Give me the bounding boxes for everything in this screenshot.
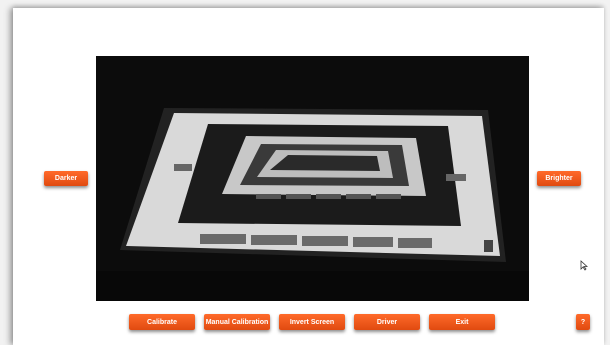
invert-screen-button[interactable]: Invert Screen bbox=[279, 314, 345, 330]
manual-calibration-button[interactable]: Manual Calibration bbox=[204, 314, 270, 330]
camera-image bbox=[96, 56, 529, 301]
driver-button[interactable]: Driver bbox=[354, 314, 420, 330]
mouse-pointer-icon bbox=[580, 260, 589, 273]
calibrate-button[interactable]: Calibrate bbox=[129, 314, 195, 330]
help-button[interactable]: ? bbox=[576, 314, 590, 330]
camera-preview bbox=[96, 56, 529, 301]
brighter-button[interactable]: Brighter bbox=[537, 171, 581, 186]
exit-button[interactable]: Exit bbox=[429, 314, 495, 330]
darker-button[interactable]: Darker bbox=[44, 171, 88, 186]
